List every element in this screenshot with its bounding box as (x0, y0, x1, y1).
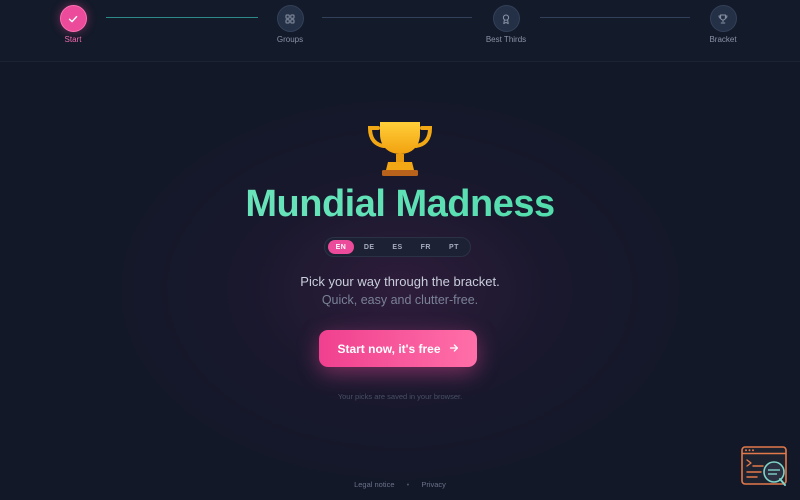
stepper-connector-3 (540, 17, 690, 18)
step-groups[interactable]: Groups (250, 5, 330, 44)
page-title: Mundial Madness (0, 183, 800, 226)
footer: Legal notice • Privacy (0, 480, 800, 489)
tagline: Pick your way through the bracket. (300, 274, 500, 289)
language-switcher: EN DE ES FR PT (324, 237, 471, 257)
arrow-right-icon (449, 342, 459, 356)
step-start-label: Start (64, 35, 82, 44)
award-icon (502, 14, 510, 24)
step-best-thirds[interactable]: Best Thirds (466, 5, 546, 44)
progress-stepper: Start Groups Best Thirds Bracket (0, 0, 800, 62)
step-bracket-circle (709, 5, 737, 32)
step-best-thirds-label: Best Thirds (485, 35, 527, 44)
step-start[interactable]: Start (33, 5, 113, 44)
start-button-label: Start now, it's free (337, 341, 441, 356)
language-option-pt[interactable]: PT (441, 240, 467, 254)
step-start-circle (59, 5, 87, 32)
check-icon (68, 15, 78, 22)
start-button[interactable]: Start now, it's free (319, 330, 477, 367)
legal-notice-link[interactable]: Legal notice (354, 480, 394, 489)
trophy-icon (718, 14, 728, 23)
stepper-connector-1 (106, 17, 258, 18)
step-bracket[interactable]: Bracket (683, 5, 763, 44)
step-best-thirds-circle (492, 5, 520, 32)
stepper-connector-2 (322, 17, 472, 18)
step-groups-label: Groups (276, 35, 304, 44)
step-bracket-label: Bracket (709, 35, 737, 44)
language-option-de[interactable]: DE (356, 240, 382, 254)
footer-separator: • (406, 480, 410, 489)
grid-icon (285, 14, 295, 24)
privacy-link[interactable]: Privacy (421, 480, 446, 489)
floating-widget-icon[interactable] (741, 446, 789, 488)
step-groups-circle (276, 5, 304, 32)
trophy-icon (368, 122, 432, 176)
sub-tagline: Quick, easy and clutter-free. (321, 293, 479, 307)
language-option-es[interactable]: ES (385, 240, 411, 254)
language-option-fr[interactable]: FR (413, 240, 439, 254)
language-option-en[interactable]: EN (328, 240, 354, 254)
saved-note: Your picks are saved in your browser. (337, 392, 463, 401)
